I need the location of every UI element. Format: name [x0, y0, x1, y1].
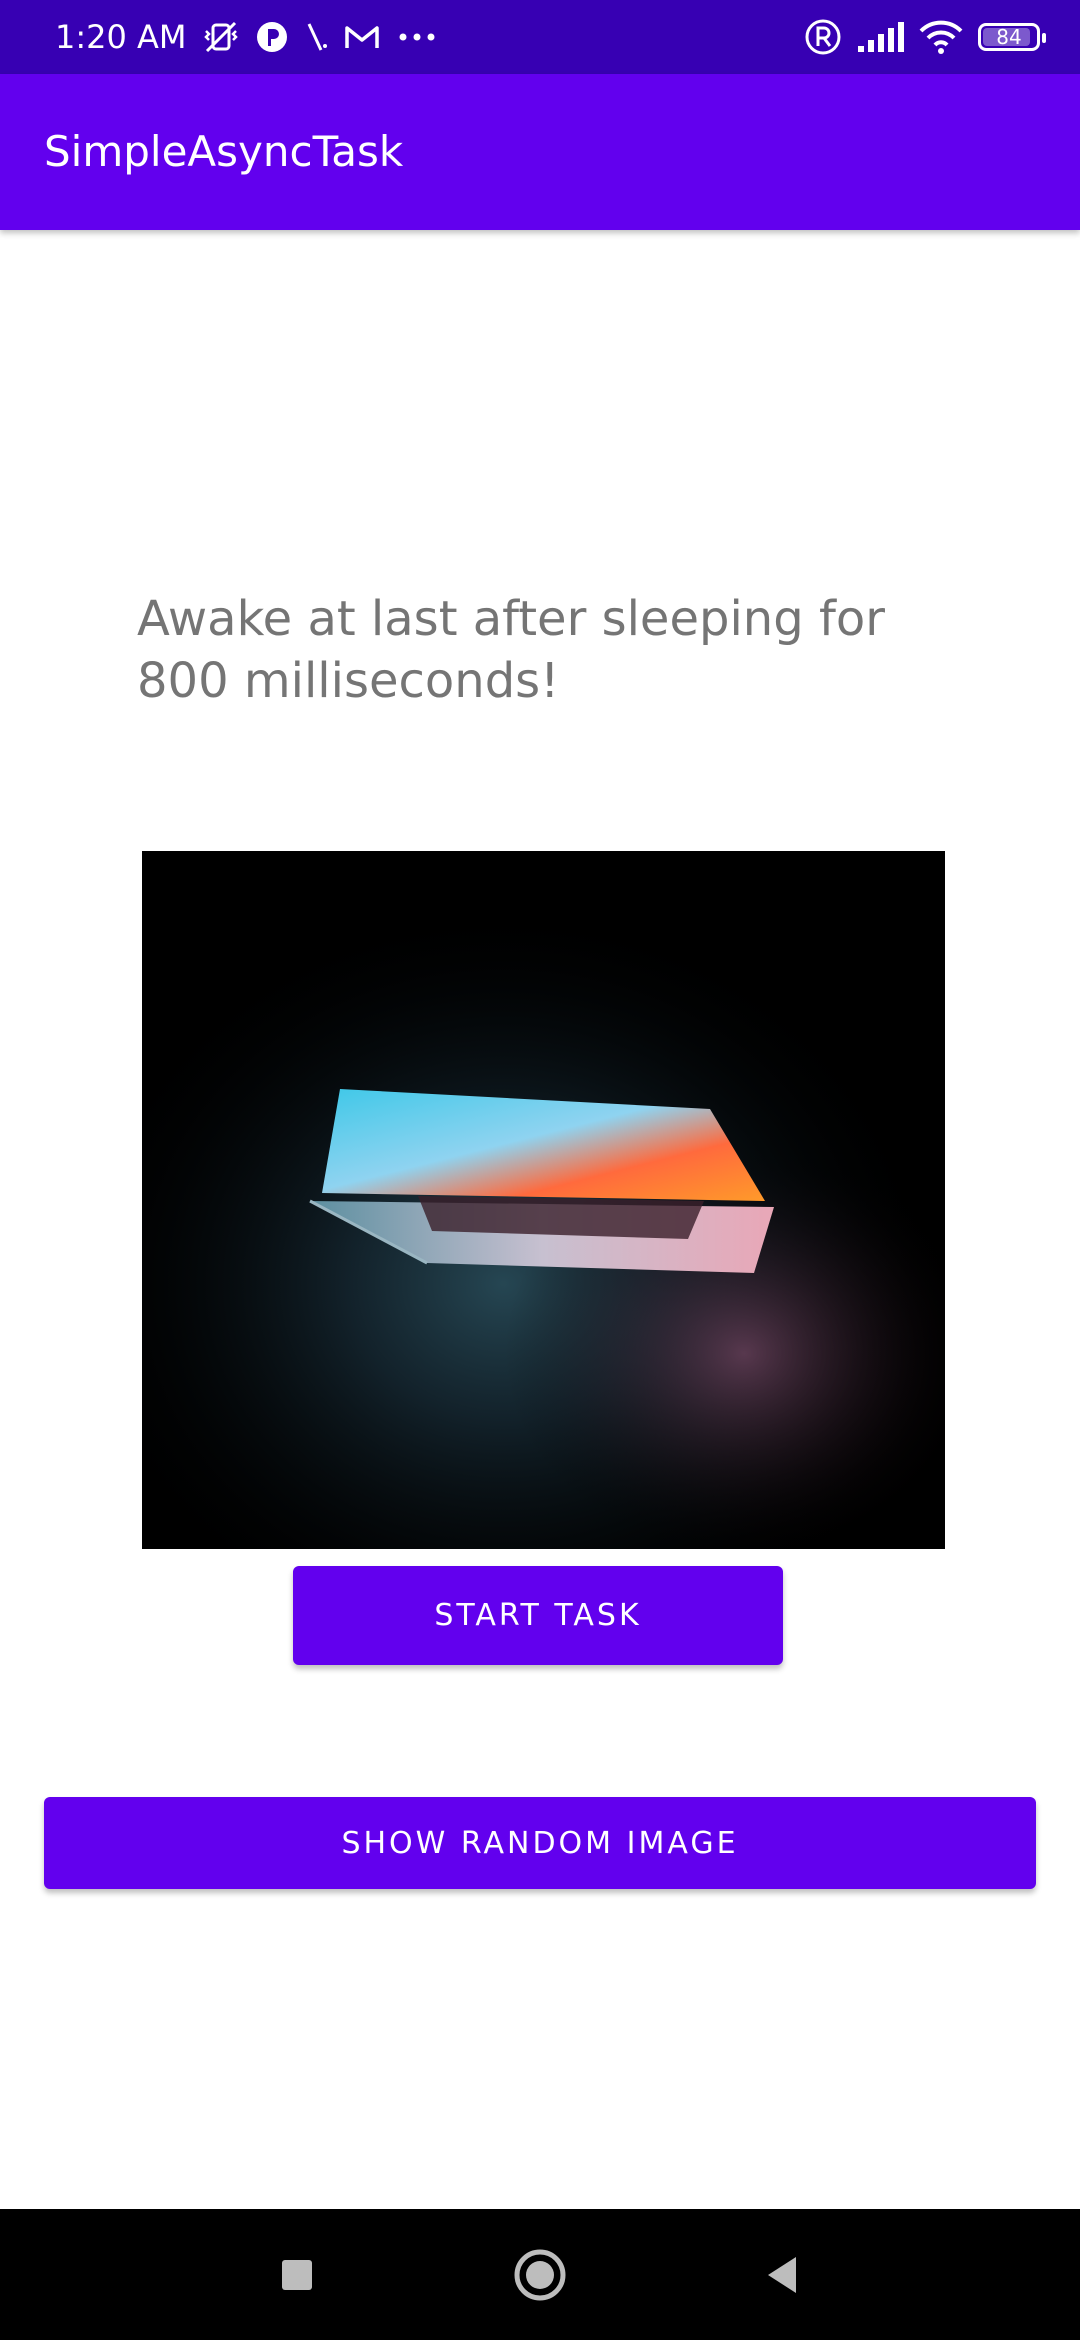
back-icon[interactable] [722, 2209, 842, 2340]
laptop-photo [142, 851, 945, 1549]
signal-icon [856, 20, 904, 54]
more-dots-icon [395, 27, 439, 47]
registered-icon [804, 18, 842, 56]
slash-icon [303, 20, 329, 54]
status-time: 1:20 AM [55, 18, 187, 56]
app-bar: SimpleAsyncTask [0, 74, 1080, 230]
show-random-image-button[interactable]: SHOW RANDOM IMAGE [44, 1797, 1036, 1889]
navigation-bar [0, 2209, 1080, 2340]
status-bar: 1:20 AM 84 [0, 0, 1080, 74]
gmail-icon [343, 22, 381, 52]
status-left: 1:20 AM [55, 0, 439, 74]
p-icon [255, 20, 289, 54]
app-title: SimpleAsyncTask [44, 127, 404, 176]
vibrate-off-icon [201, 19, 241, 55]
battery-icon: 84 [978, 23, 1046, 51]
start-task-button[interactable]: START TASK [293, 1566, 783, 1665]
wifi-icon [918, 19, 964, 55]
status-right: 84 [804, 0, 1046, 74]
battery-level: 84 [996, 25, 1022, 49]
home-icon[interactable] [480, 2209, 600, 2340]
recents-icon[interactable] [237, 2209, 357, 2340]
status-message: Awake at last after sleeping for 800 mil… [137, 591, 885, 709]
